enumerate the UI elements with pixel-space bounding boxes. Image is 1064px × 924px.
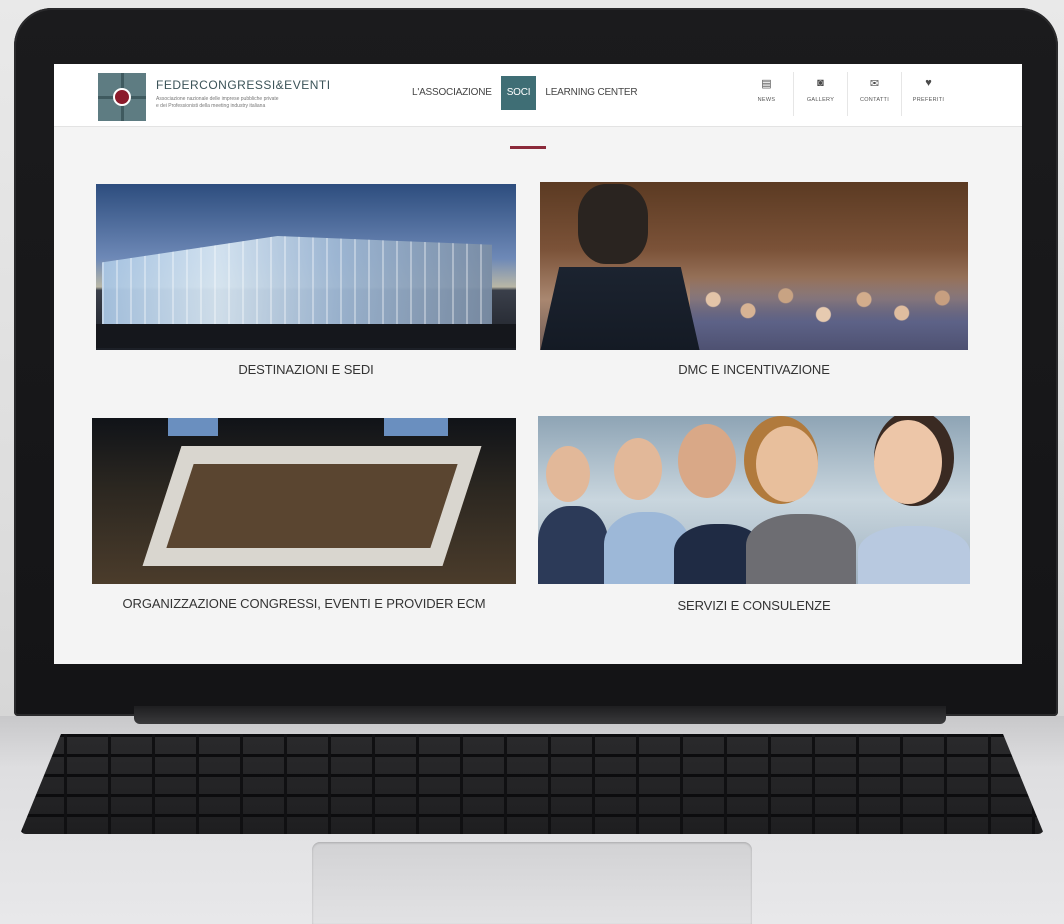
laptop-screen: FEDERCONGRESSI&EVENTI Associazione nazio… <box>54 64 1022 664</box>
person <box>858 526 970 584</box>
utility-nav: ▤ NEWS ◙ GALLERY ✉ CONTATTI ♥ PREFERITI <box>740 72 955 116</box>
section-divider <box>510 146 546 149</box>
face <box>614 438 662 500</box>
projection-screen <box>168 418 218 436</box>
card-caption-servizi[interactable]: SERVIZI E CONSULENZE <box>538 598 970 613</box>
main-nav: L'ASSOCIAZIONE SOCI LEARNING CENTER <box>406 76 643 110</box>
util-label: CONTATTI <box>859 97 890 103</box>
newspaper-icon: ▤ <box>761 78 772 90</box>
card-caption-dmc[interactable]: DMC E INCENTIVAZIONE <box>540 362 968 377</box>
venue-ground <box>96 324 516 348</box>
util-gallery[interactable]: ◙ GALLERY <box>793 72 847 116</box>
nav-item-soci[interactable]: SOCI <box>500 76 537 110</box>
util-label: GALLERY <box>806 97 835 103</box>
face <box>756 426 818 502</box>
conference-table <box>142 446 482 566</box>
face <box>678 424 736 498</box>
face <box>546 446 590 502</box>
laptop-hinge <box>134 706 946 724</box>
card-image-dmc[interactable] <box>540 182 968 350</box>
logo-name[interactable]: FEDERCONGRESSI&EVENTI <box>156 78 331 92</box>
projection-screen <box>384 418 448 436</box>
card-image-congressi[interactable] <box>92 418 516 584</box>
card-caption-congressi[interactable]: ORGANIZZAZIONE CONGRESSI, EVENTI E PROVI… <box>92 596 516 611</box>
audience <box>690 277 968 350</box>
heart-icon: ♥ <box>925 77 932 89</box>
speaker <box>540 267 700 350</box>
site-header: FEDERCONGRESSI&EVENTI Associazione nazio… <box>54 64 1022 127</box>
logo-subtitle-line: Associazione nazionale delle imprese pub… <box>156 96 279 102</box>
util-contatti[interactable]: ✉ CONTATTI <box>847 72 901 116</box>
camera-icon: ◙ <box>817 77 824 89</box>
util-preferiti[interactable]: ♥ PREFERITI <box>901 72 955 116</box>
person <box>746 514 856 584</box>
card-image-destinazioni[interactable] <box>96 184 516 350</box>
util-news[interactable]: ▤ NEWS <box>740 72 793 116</box>
util-label: PREFERITI <box>912 97 945 103</box>
logo-subtitle-line: e dei Professionisti della meeting indus… <box>156 103 266 109</box>
speaker-head <box>578 184 648 264</box>
face <box>874 420 942 504</box>
person <box>538 506 608 584</box>
logo-dot <box>113 88 131 106</box>
card-caption-destinazioni[interactable]: DESTINAZIONI E SEDI <box>96 362 516 377</box>
nav-item-learning-center[interactable]: LEARNING CENTER <box>539 76 643 110</box>
card-image-servizi[interactable] <box>538 416 970 584</box>
venue-facade <box>102 236 492 324</box>
keyboard <box>20 734 1044 834</box>
util-label: NEWS <box>757 97 776 103</box>
logo-subtitle: Associazione nazionale delle imprese pub… <box>156 96 346 110</box>
envelope-icon: ✉ <box>869 78 880 90</box>
trackpad <box>312 842 752 924</box>
logo-mark[interactable] <box>98 73 146 121</box>
nav-item-associazione[interactable]: L'ASSOCIAZIONE <box>406 76 498 110</box>
